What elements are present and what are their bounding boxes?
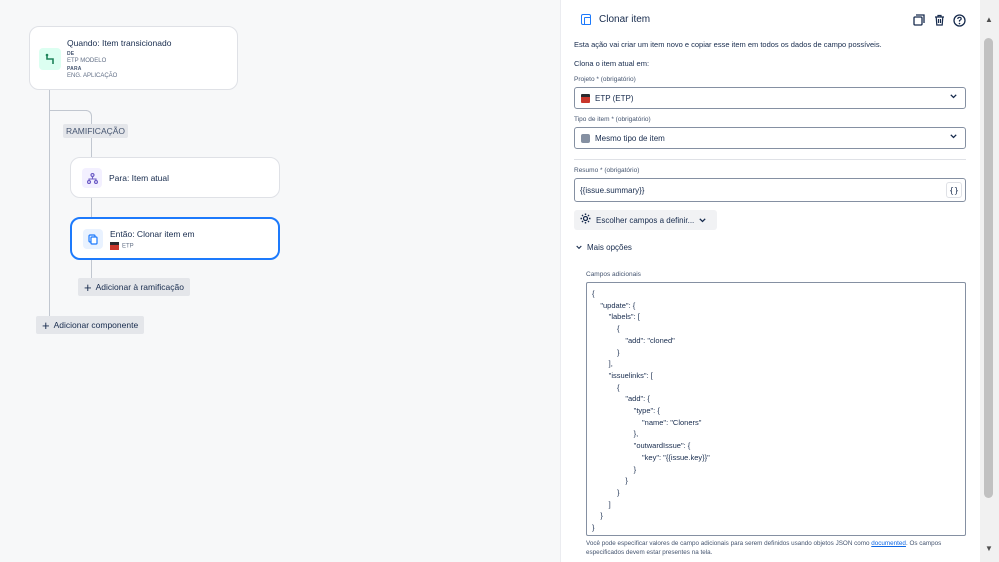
choose-fields-button[interactable]: Escolher campos a definir... bbox=[574, 210, 717, 230]
summary-label: Resumo * (obrigatório) bbox=[574, 167, 640, 174]
then-node-project: ETP bbox=[110, 242, 134, 250]
trash-icon[interactable] bbox=[932, 13, 946, 27]
chevron-down-icon bbox=[950, 134, 957, 141]
trigger-title: Quando: Item transicionado bbox=[67, 38, 172, 48]
help-icon[interactable] bbox=[952, 13, 966, 27]
etp-project-icon bbox=[110, 242, 119, 250]
add-component-label: Adicionar componente bbox=[53, 320, 139, 330]
documented-link[interactable]: documented bbox=[871, 540, 906, 547]
summary-value: {{issue.summary}} bbox=[580, 185, 645, 195]
plus-icon: + bbox=[84, 279, 92, 295]
section-divider bbox=[574, 159, 966, 160]
additional-fields-label: Campos adicionais bbox=[586, 271, 641, 278]
scroll-up-icon[interactable]: ▲ bbox=[985, 15, 993, 24]
chevron-down-icon bbox=[699, 216, 706, 225]
more-options-label: Mais opções bbox=[587, 243, 632, 252]
trigger-from-label: DE bbox=[67, 51, 75, 57]
for-node-label: Para: Item atual bbox=[109, 173, 170, 183]
etp-project-icon bbox=[581, 93, 590, 103]
issue-type-label: Tipo de item * (obrigatório) bbox=[574, 116, 651, 123]
issue-type-value: Mesmo tipo de item bbox=[595, 133, 665, 143]
branch-label: RAMIFICAÇÃO bbox=[63, 124, 129, 138]
branch-icon bbox=[82, 168, 102, 188]
add-to-branch-button[interactable]: + Adicionar à ramificação bbox=[78, 278, 190, 296]
help-text: Você pode especificar valores de campo a… bbox=[586, 540, 942, 556]
more-options-toggle[interactable]: Mais opções bbox=[576, 243, 632, 252]
gear-icon bbox=[580, 213, 591, 227]
add-to-branch-label: Adicionar à ramificação bbox=[95, 282, 184, 292]
copy-icon bbox=[581, 14, 591, 25]
panel-header: Clonar item bbox=[581, 14, 650, 25]
duplicate-icon[interactable] bbox=[912, 13, 926, 27]
summary-input[interactable]: {{issue.summary}} {} bbox=[574, 178, 966, 202]
project-value: ETP (ETP) bbox=[595, 93, 634, 103]
project-label: Projeto * (obrigatório) bbox=[574, 76, 636, 83]
scrollbar-thumb[interactable] bbox=[984, 38, 993, 498]
chevron-down-icon bbox=[576, 243, 582, 252]
smart-value-button[interactable]: {} bbox=[946, 182, 962, 198]
config-panel: Clonar item Esta ação vai criar um item … bbox=[560, 0, 980, 562]
additional-fields-textarea[interactable]: { "update": { "labels": [ { "add": "clon… bbox=[586, 282, 966, 536]
copy-icon bbox=[83, 229, 103, 249]
trigger-to-value: ENG. APLICAÇÃO bbox=[67, 73, 118, 79]
transition-icon bbox=[39, 48, 61, 70]
scroll-down-icon[interactable]: ▼ bbox=[985, 544, 993, 553]
panel-title: Clonar item bbox=[599, 14, 651, 25]
scrollbar[interactable]: ▲ ▼ bbox=[980, 0, 999, 562]
project-select[interactable]: ETP (ETP) bbox=[574, 87, 966, 109]
trigger-to-label: PARA bbox=[67, 66, 82, 72]
trigger-from-value: ETP MODELO bbox=[67, 58, 107, 64]
for-node[interactable]: Para: Item atual bbox=[70, 157, 280, 198]
main-connector bbox=[49, 90, 50, 316]
plus-icon: + bbox=[42, 317, 50, 333]
automation-canvas: Quando: Item transicionado DE ETP MODELO… bbox=[0, 0, 560, 562]
chevron-down-icon bbox=[950, 94, 957, 101]
issue-type-icon bbox=[581, 133, 590, 143]
then-node[interactable]: Então: Clonar item em ETP bbox=[70, 217, 280, 260]
clone-current-text: Clona o item atual em: bbox=[574, 59, 650, 68]
trigger-card[interactable]: Quando: Item transicionado DE ETP MODELO… bbox=[29, 26, 238, 90]
action-description: Esta ação vai criar um item novo e copia… bbox=[574, 40, 882, 49]
issue-type-select[interactable]: Mesmo tipo de item bbox=[574, 127, 966, 149]
choose-fields-label: Escolher campos a definir... bbox=[596, 215, 695, 225]
then-node-title: Então: Clonar item em bbox=[110, 229, 195, 239]
panel-actions bbox=[912, 13, 966, 27]
branch-connector-h bbox=[49, 110, 87, 111]
add-component-button[interactable]: + Adicionar componente bbox=[36, 316, 145, 334]
